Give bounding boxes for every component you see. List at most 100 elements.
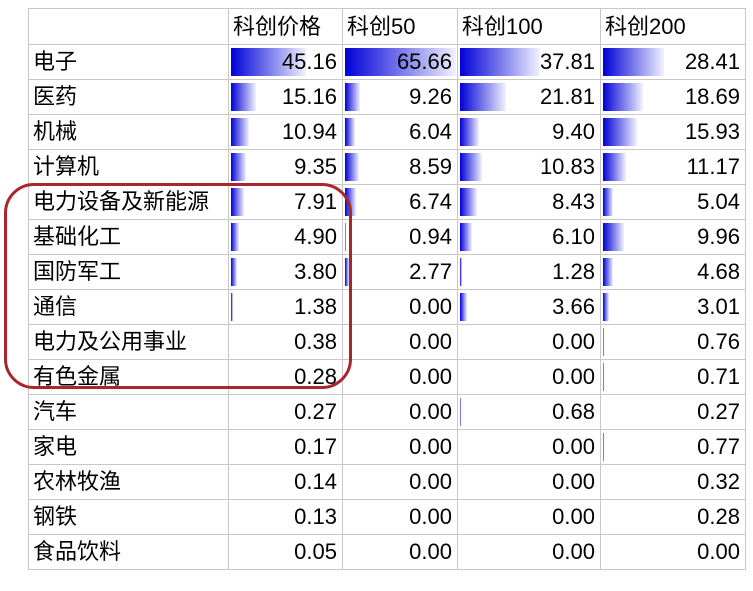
value-text: 0.77 [697,434,740,459]
value-text: 0.76 [697,329,740,354]
data-bar [603,223,624,251]
value-cell: 45.16 [229,45,343,80]
value-text: 7.91 [294,189,337,214]
value-cell: 0.38 [229,325,343,360]
value-text: 0.00 [409,364,452,389]
value-text: 0.38 [294,329,337,354]
value-cell: 0.00 [343,465,458,500]
row-label: 电子 [33,49,78,74]
column-header: 科创价格 [229,9,343,45]
row-label-cell: 国防军工 [29,255,229,290]
value-cell: 0.76 [601,325,746,360]
table-row: 钢铁 0.13 0.00 0.00 0.28 [29,500,746,535]
value-cell: 1.38 [229,290,343,325]
value-cell: 5.04 [601,185,746,220]
data-bar [345,223,346,251]
value-text: 0.00 [409,294,452,319]
data-bar [231,83,256,111]
row-label-cell: 钢铁 [29,500,229,535]
data-bar [231,188,244,216]
value-cell: 8.43 [458,185,601,220]
row-label-cell: 医药 [29,80,229,115]
value-cell: 0.94 [343,220,458,255]
row-label: 家电 [33,434,78,459]
value-text: 6.10 [552,224,595,249]
row-label-cell: 电力及公用事业 [29,325,229,360]
data-bar [345,118,355,146]
data-bar [460,153,482,181]
value-text: 0.28 [697,504,740,529]
header-corner-cell [29,9,229,45]
table-row: 计算机 9.35 8.59 10.83 11.17 [29,150,746,185]
value-cell: 21.81 [458,80,601,115]
row-label: 钢铁 [33,504,78,529]
data-bar [345,83,360,111]
value-text: 9.35 [294,154,337,179]
table-row: 通信 1.38 0.00 3.66 3.01 [29,290,746,325]
value-text: 5.04 [697,189,740,214]
data-bar [603,118,637,146]
row-label: 电力设备及新能源 [33,189,210,214]
value-cell: 18.69 [601,80,746,115]
value-cell: 0.32 [601,465,746,500]
row-label-cell: 基础化工 [29,220,229,255]
value-text: 0.14 [294,469,337,494]
value-cell: 9.40 [458,115,601,150]
data-bar [231,118,249,146]
value-text: 0.00 [552,539,595,564]
value-cell: 0.00 [343,430,458,465]
value-cell: 0.00 [343,500,458,535]
data-bar [603,153,626,181]
value-cell: 6.04 [343,115,458,150]
value-text: 9.26 [409,84,452,109]
row-label-cell: 家电 [29,430,229,465]
value-cell: 0.00 [458,535,601,570]
row-label: 有色金属 [33,364,122,389]
row-label: 食品饮料 [33,539,122,564]
value-text: 18.69 [684,84,740,109]
value-cell: 0.00 [458,430,601,465]
value-text: 1.38 [294,294,337,319]
value-cell: 10.94 [229,115,343,150]
value-cell: 0.00 [458,360,601,395]
data-bar [231,293,233,321]
column-header: 科创200 [601,9,746,45]
value-cell: 1.28 [458,255,601,290]
value-cell: 0.27 [601,395,746,430]
value-cell: 11.17 [601,150,746,185]
row-label: 通信 [33,294,78,319]
value-text: 6.74 [409,189,452,214]
data-bar [231,153,246,181]
data-bar [460,258,462,286]
value-text: 0.00 [552,469,595,494]
value-text: 0.00 [409,539,452,564]
row-label: 医药 [33,84,78,109]
data-bar [231,223,239,251]
table-row: 食品饮料 0.05 0.00 0.00 0.00 [29,535,746,570]
value-text: 0.00 [409,434,452,459]
value-cell: 3.66 [458,290,601,325]
table-row: 农林牧渔 0.14 0.00 0.00 0.32 [29,465,746,500]
header-row: 科创价格 科创50 科创100 科创200 [29,9,746,45]
value-cell: 0.00 [343,325,458,360]
value-text: 8.43 [552,189,595,214]
value-text: 0.28 [294,364,337,389]
value-text: 0.00 [552,329,595,354]
value-text: 11.17 [686,154,740,179]
value-text: 8.59 [409,154,452,179]
value-text: 3.01 [697,294,740,319]
value-text: 0.13 [294,504,337,529]
data-bar [603,258,613,286]
column-header-label: 科创50 [347,14,416,39]
data-bar [603,293,609,321]
value-cell: 0.13 [229,500,343,535]
table-row: 有色金属 0.28 0.00 0.00 0.71 [29,360,746,395]
value-cell: 0.68 [458,395,601,430]
value-cell: 0.00 [458,465,601,500]
value-cell: 0.28 [229,360,343,395]
data-bar [345,258,349,286]
column-header: 科创50 [343,9,458,45]
value-text: 45.16 [281,49,337,74]
data-bar [603,328,604,356]
value-text: 0.17 [294,434,337,459]
